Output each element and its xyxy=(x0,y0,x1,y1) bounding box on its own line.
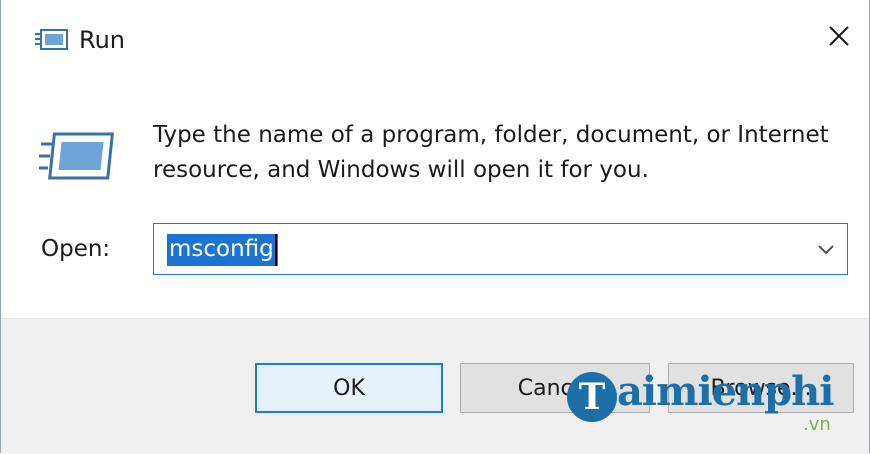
open-label: Open: xyxy=(41,236,111,262)
close-icon xyxy=(827,24,851,52)
close-button[interactable] xyxy=(819,18,859,58)
button-panel: OK Cancel Browse... xyxy=(1,318,869,454)
browse-button[interactable]: Browse... xyxy=(668,363,854,413)
chevron-down-icon[interactable] xyxy=(813,236,839,262)
instruction-text: Type the name of a program, folder, docu… xyxy=(153,122,829,183)
text-caret xyxy=(274,234,277,266)
run-dialog: Run Type the name of a program, folder, … xyxy=(0,0,870,454)
open-input-text: msconfig xyxy=(169,236,274,262)
open-input[interactable]: msconfig xyxy=(167,234,278,266)
run-icon xyxy=(35,28,69,52)
ok-button[interactable]: OK xyxy=(255,363,443,413)
title-bar[interactable]: Run xyxy=(1,0,869,80)
cancel-button[interactable]: Cancel xyxy=(460,363,650,413)
open-combobox[interactable]: msconfig xyxy=(153,223,848,275)
run-icon xyxy=(37,128,117,188)
window-title: Run xyxy=(79,26,126,54)
